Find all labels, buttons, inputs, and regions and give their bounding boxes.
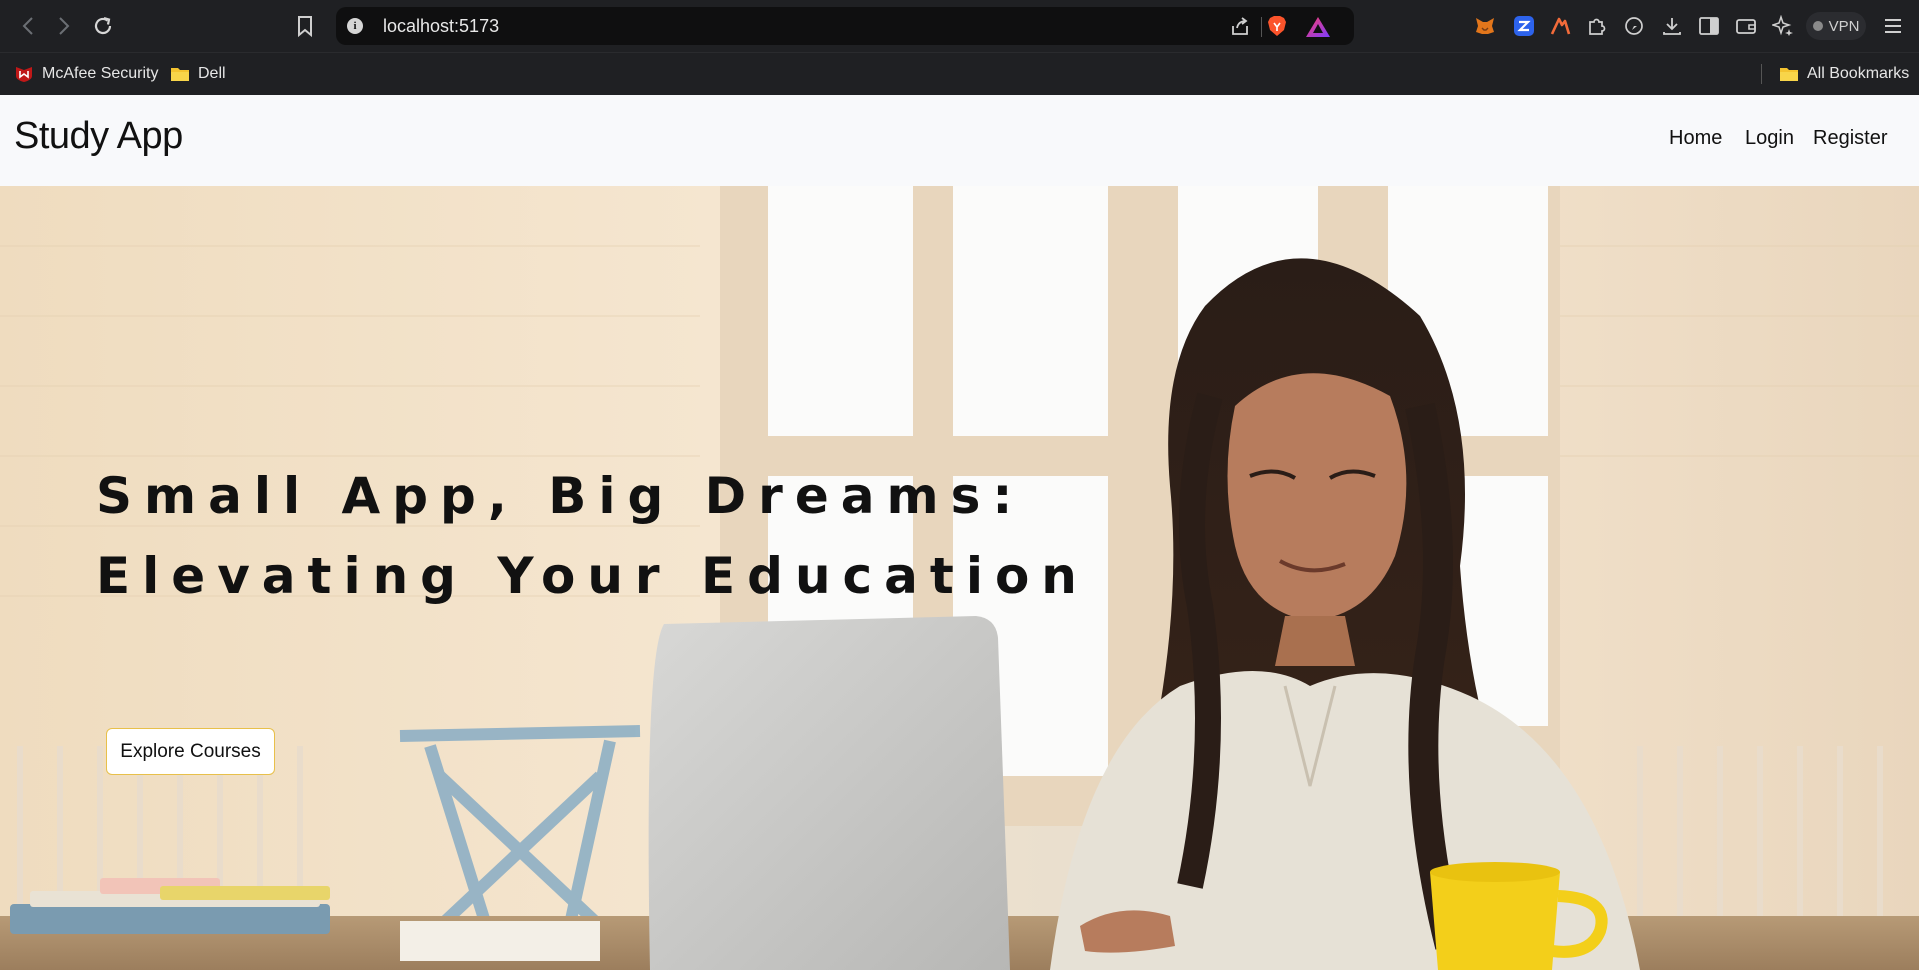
browser-toolbar: i localhost:5173 VPN <box>0 0 1919 52</box>
explore-courses-button[interactable]: Explore Courses <box>106 728 275 775</box>
nav-link-home[interactable]: Home <box>1669 127 1722 150</box>
back-button[interactable] <box>13 11 43 41</box>
all-bookmarks-label: All Bookmarks <box>1807 65 1910 82</box>
nav-link-login[interactable]: Login <box>1745 127 1794 150</box>
url-text[interactable]: localhost:5173 <box>383 7 499 45</box>
bookmarks-bar: McAfee Security Dell All Bookmarks <box>0 52 1919 96</box>
reload-button[interactable] <box>88 11 118 41</box>
zoom-extension-icon[interactable] <box>1512 14 1536 38</box>
share-icon[interactable] <box>1230 17 1250 37</box>
wallet-icon[interactable] <box>1734 14 1758 38</box>
address-divider <box>1261 17 1262 37</box>
folder-icon <box>171 68 189 81</box>
vpn-status-dot <box>1812 21 1823 31</box>
hero-heading: Small App, Big Dreams: Elevating Your Ed… <box>96 456 1096 616</box>
site-info-icon[interactable]: i <box>347 18 363 34</box>
sparkle-ai-icon[interactable] <box>1771 14 1795 38</box>
bookmark-mcafee[interactable]: McAfee Security <box>14 53 158 95</box>
chevron-left-icon <box>22 17 33 35</box>
reload-icon <box>94 16 112 35</box>
bookmark-page-button[interactable] <box>292 13 318 39</box>
brave-rewards-icon[interactable] <box>1305 16 1331 38</box>
sidebar-icon[interactable] <box>1697 14 1721 38</box>
hero-section: Small App, Big Dreams: Elevating Your Ed… <box>0 186 1919 970</box>
web-page: Study App Home Login Register Small App,… <box>0 95 1919 970</box>
bookmarks-divider <box>1761 64 1762 84</box>
menu-icon[interactable] <box>1882 15 1904 37</box>
vpn-label: VPN <box>1828 17 1860 35</box>
puzzle-extensions-icon[interactable] <box>1585 14 1609 38</box>
bookmark-icon <box>298 16 312 38</box>
forward-button[interactable] <box>49 11 79 41</box>
mcafee-shield-icon <box>16 67 32 82</box>
brave-shields-icon[interactable] <box>1267 15 1287 37</box>
chevron-right-icon <box>59 17 70 35</box>
nav-link-register[interactable]: Register <box>1813 127 1887 150</box>
vpn-button[interactable]: VPN <box>1806 12 1866 40</box>
site-navbar: Study App Home Login Register <box>0 95 1919 186</box>
bookmark-label: Dell <box>198 65 226 82</box>
hero-heading-line2: Elevating Your Education <box>96 547 1089 605</box>
all-bookmarks-folder[interactable]: All Bookmarks <box>1779 53 1909 95</box>
bookmark-folder-dell[interactable]: Dell <box>170 53 226 95</box>
brand-logo[interactable]: Study App <box>14 115 183 158</box>
bookmark-label: McAfee Security <box>42 65 159 82</box>
maker-extension-icon[interactable] <box>1548 14 1572 38</box>
download-icon[interactable] <box>1660 14 1684 38</box>
metamask-extension-icon[interactable] <box>1473 14 1497 38</box>
leo-ai-icon[interactable] <box>1622 14 1646 38</box>
address-bar[interactable]: i localhost:5173 <box>336 7 1354 45</box>
folder-icon <box>1780 68 1798 81</box>
hero-heading-line1: Small App, Big Dreams: <box>96 467 1025 525</box>
